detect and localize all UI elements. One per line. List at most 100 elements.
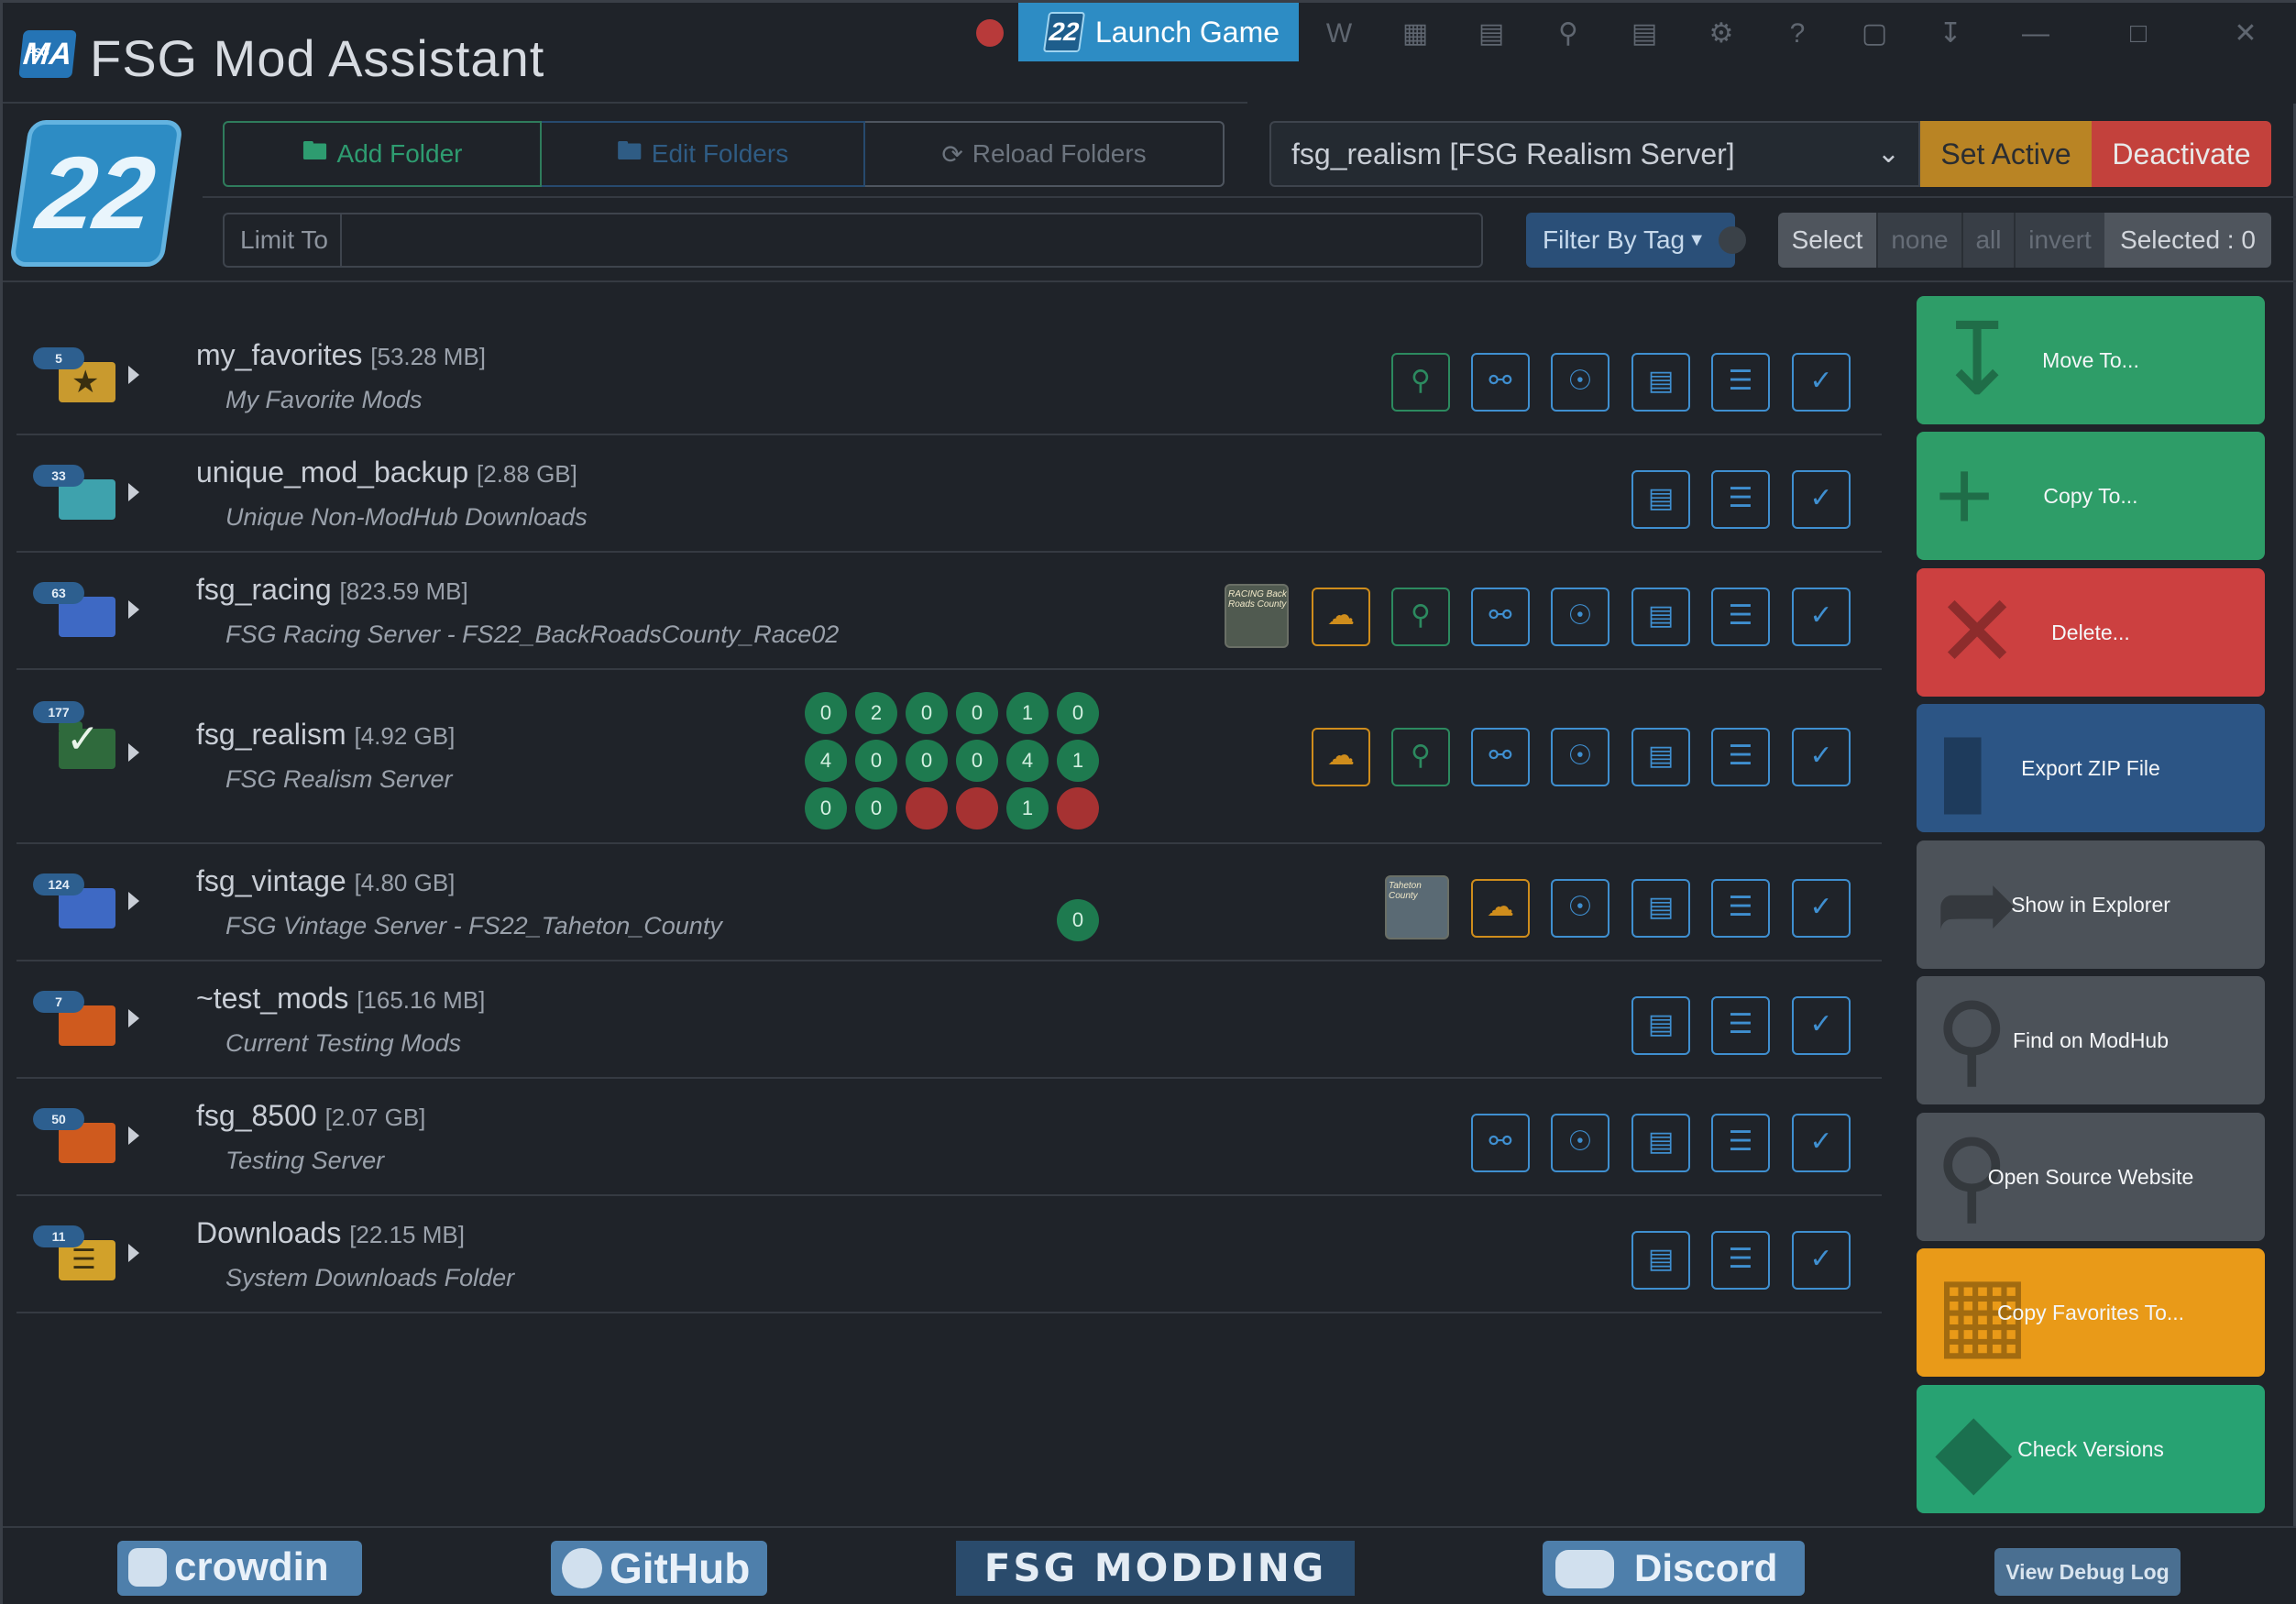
maximize-icon[interactable]: □ <box>2120 16 2157 52</box>
folder-row[interactable]: 50 fsg_8500 [2.07 GB] Testing Server ⚯ ☉… <box>16 1079 1882 1196</box>
set-active-button[interactable]: Set Active <box>1920 121 2092 187</box>
folder-row[interactable]: 63 fsg_racing [823.59 MB] FSG Racing Ser… <box>16 553 1882 670</box>
file-check-icon[interactable]: ✓ <box>1792 588 1851 646</box>
folder-row[interactable]: 124 fsg_vintage [4.80 GB] FSG Vintage Se… <box>16 844 1882 961</box>
show-in-explorer-button[interactable]: ➦ Show in Explorer <box>1917 840 2265 969</box>
globe-icon[interactable]: ☉ <box>1551 588 1609 646</box>
csv-file-icon[interactable]: ▤ <box>1631 1231 1690 1290</box>
cloud-download-icon[interactable]: ☁ <box>1471 879 1530 938</box>
copy-to-button[interactable]: + Copy To... <box>1917 432 2265 560</box>
folder-row[interactable]: 7 ~test_mods [165.16 MB] Current Testing… <box>16 961 1882 1079</box>
expand-caret-icon[interactable] <box>128 1009 139 1027</box>
find-on-modhub-button[interactable]: ⚲ Find on ModHub <box>1917 976 2265 1104</box>
deactivate-button[interactable]: Deactivate <box>2092 121 2271 187</box>
close-icon[interactable]: ✕ <box>2227 16 2264 52</box>
key-icon[interactable]: ⚯ <box>1471 588 1530 646</box>
export-zip-button[interactable]: ▮ Export ZIP File <box>1917 704 2265 832</box>
check-versions-button[interactable]: ◆ Check Versions <box>1917 1385 2265 1513</box>
csv-file-icon[interactable]: ▤ <box>1631 470 1690 529</box>
minimize-icon[interactable]: — <box>2017 16 2054 52</box>
globe-icon[interactable]: ☉ <box>1551 728 1609 786</box>
filter-toggle[interactable] <box>1719 226 1746 254</box>
list-icon[interactable]: ☰ <box>1711 1114 1770 1172</box>
delete-button[interactable]: ✕ Delete... <box>1917 568 2265 697</box>
expand-caret-icon[interactable] <box>128 600 139 619</box>
csv-file-icon[interactable]: ▤ <box>1631 1114 1690 1172</box>
select-none-button[interactable]: none <box>1876 213 1961 268</box>
select-invert-button[interactable]: invert <box>2014 213 2104 268</box>
github-link[interactable]: GitHub <box>551 1541 767 1596</box>
collection-select[interactable]: fsg_realism [FSG Realism Server] ⌄ <box>1269 121 1920 187</box>
limit-to-input[interactable] <box>342 214 1481 266</box>
folder-row[interactable]: 5 ★ my_favorites [53.28 MB] My Favorite … <box>16 316 1882 435</box>
file-check-icon[interactable]: ✓ <box>1792 1114 1851 1172</box>
list-icon[interactable]: ☰ <box>1711 588 1770 646</box>
map-thumbnail-text: Taheton County <box>1389 881 1422 901</box>
view-debug-log-button[interactable]: View Debug Log <box>1994 1548 2181 1596</box>
wiki-icon[interactable]: W <box>1321 16 1357 52</box>
download-icon[interactable]: ↧ <box>1932 16 1969 52</box>
header-divider <box>3 280 2296 282</box>
csv-file-icon[interactable]: ▤ <box>1631 996 1690 1055</box>
list-icon[interactable]: ☰ <box>1711 353 1770 412</box>
cloud-download-icon[interactable]: ☁ <box>1312 728 1370 786</box>
key-icon[interactable]: ⚯ <box>1471 728 1530 786</box>
edit-folders-button[interactable]: 🖿 Edit Folders <box>542 121 865 187</box>
user-lock-icon[interactable]: ⚲ <box>1391 588 1450 646</box>
expand-caret-icon[interactable] <box>128 366 139 384</box>
cloud-download-icon[interactable]: ☁ <box>1312 588 1370 646</box>
select-all-button[interactable]: all <box>1961 213 2014 268</box>
list-icon[interactable]: ☰ <box>1711 1231 1770 1290</box>
key-icon[interactable]: ⚯ <box>1471 1114 1530 1172</box>
calendar-icon[interactable]: ▦ <box>1397 16 1434 52</box>
window-icon[interactable]: ▢ <box>1856 16 1893 52</box>
file-check-icon[interactable]: ✓ <box>1792 996 1851 1055</box>
globe-icon[interactable]: ☉ <box>1551 879 1609 938</box>
copy-favorites-button[interactable]: ▦ Copy Favorites To... <box>1917 1248 2265 1377</box>
file-check-icon[interactable]: ✓ <box>1792 1231 1851 1290</box>
search-icon[interactable]: ⚲ <box>1550 16 1587 52</box>
list-icon[interactable]: ☰ <box>1711 996 1770 1055</box>
folder-button-group: 🖿 Add Folder 🖿 Edit Folders ⟳ Reload Fol… <box>223 121 1225 187</box>
help-icon[interactable]: ? <box>1779 16 1816 52</box>
printer-icon[interactable]: ▤ <box>1473 16 1510 52</box>
expand-caret-icon[interactable] <box>128 483 139 501</box>
launch-game-label: Launch Game <box>1095 15 1280 49</box>
discord-link[interactable]: Discord <box>1543 1541 1805 1596</box>
list-icon[interactable]: ☰ <box>1711 728 1770 786</box>
csv-file-icon[interactable]: ▤ <box>1631 588 1690 646</box>
user-lock-icon[interactable]: ⚲ <box>1391 353 1450 412</box>
crowdin-link[interactable]: crowdin <box>117 1541 362 1596</box>
user-lock-icon[interactable]: ⚲ <box>1391 728 1450 786</box>
open-source-website-button[interactable]: ⚲ Open Source Website <box>1917 1113 2265 1241</box>
folder-description: FSG Vintage Server - FS22_Taheton_County <box>225 912 722 939</box>
globe-icon[interactable]: ☉ <box>1551 1114 1609 1172</box>
file-check-icon[interactable]: ✓ <box>1792 470 1851 529</box>
filter-by-tag-dropdown[interactable]: Filter By Tag ▼ <box>1526 213 1735 268</box>
file-check-icon[interactable]: ✓ <box>1792 879 1851 938</box>
launch-game-button[interactable]: 22 Launch Game <box>1018 3 1299 61</box>
gear-icon[interactable]: ⚙ <box>1703 16 1740 52</box>
csv-file-icon[interactable]: ▤ <box>1631 728 1690 786</box>
move-to-button[interactable]: ↧ Move To... <box>1917 296 2265 424</box>
reload-folders-button[interactable]: ⟳ Reload Folders <box>865 121 1225 187</box>
stat-circle: 4 <box>805 740 847 782</box>
expand-caret-icon[interactable] <box>128 743 139 762</box>
csv-file-icon[interactable]: ▤ <box>1631 353 1690 412</box>
file-check-icon[interactable]: ✓ <box>1792 728 1851 786</box>
csv-file-icon[interactable]: ▤ <box>1631 879 1690 938</box>
key-icon[interactable]: ⚯ <box>1471 353 1530 412</box>
list-icon[interactable]: ☰ <box>1711 879 1770 938</box>
add-folder-button[interactable]: 🖿 Add Folder <box>223 121 542 187</box>
expand-caret-icon[interactable] <box>128 1126 139 1145</box>
expand-caret-icon[interactable] <box>128 1244 139 1262</box>
expand-caret-icon[interactable] <box>128 892 139 910</box>
folder-row[interactable]: 33 unique_mod_backup [2.88 GB] Unique No… <box>16 435 1882 553</box>
folder-row[interactable]: 11 ☰ Downloads [22.15 MB] System Downloa… <box>16 1196 1882 1313</box>
folder-row-active[interactable]: 177 ✓ fsg_realism [4.92 GB] FSG Realism … <box>16 670 1882 844</box>
file-check-icon[interactable]: ✓ <box>1792 353 1851 412</box>
list-icon[interactable]: ☰ <box>1711 470 1770 529</box>
globe-icon[interactable]: ☉ <box>1551 353 1609 412</box>
notes-icon[interactable]: ▤ <box>1626 16 1663 52</box>
fsg-modding-link[interactable]: FSG MODDING <box>956 1541 1355 1596</box>
